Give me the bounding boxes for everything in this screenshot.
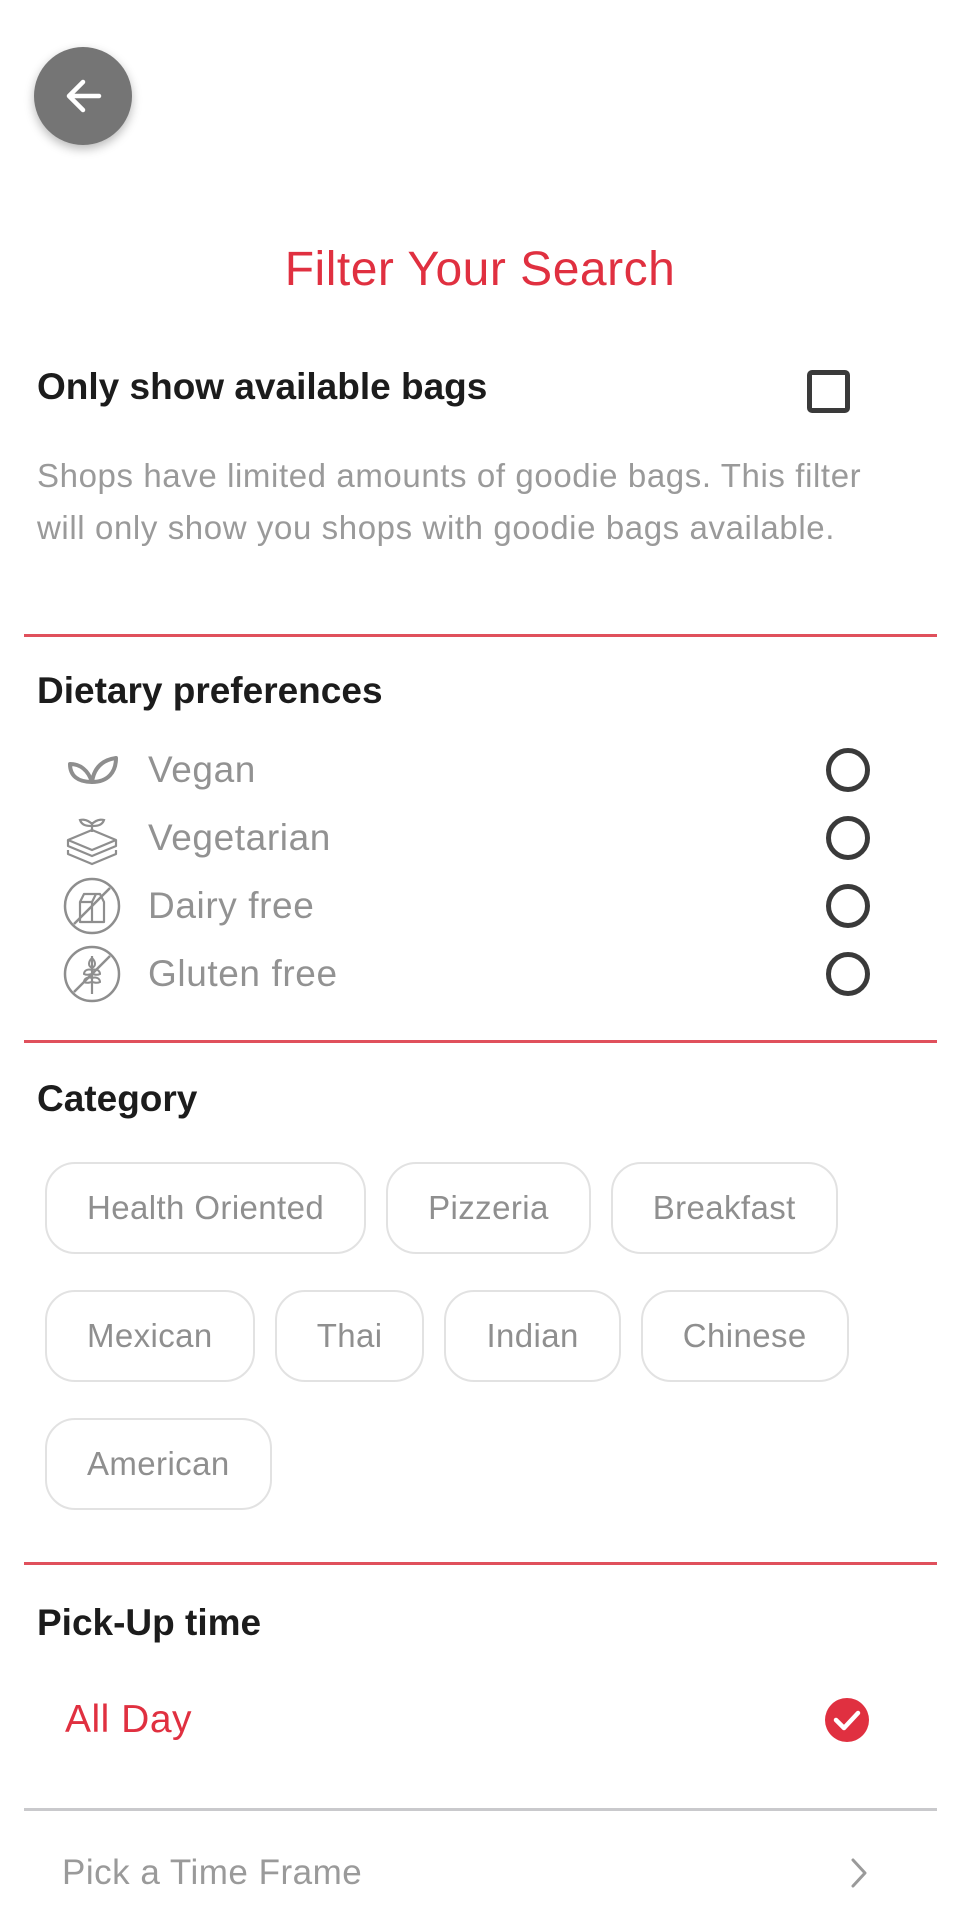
- available-bags-label: Only show available bags: [37, 366, 488, 407]
- checkmark-circle-icon: [825, 1698, 869, 1742]
- category-chip-breakfast[interactable]: Breakfast: [610, 1162, 838, 1254]
- dietary-option-label: Vegan: [148, 749, 256, 790]
- section-divider: [24, 1562, 937, 1565]
- dietary-option-label: Gluten free: [148, 953, 338, 994]
- category-chip-pizzeria[interactable]: Pizzeria: [386, 1162, 591, 1254]
- category-chip-health-oriented[interactable]: Health Oriented: [45, 1162, 367, 1254]
- dietary-option-vegan[interactable]: Vegan: [60, 740, 880, 800]
- category-chip-american[interactable]: American: [45, 1418, 272, 1510]
- category-chip-mexican[interactable]: Mexican: [45, 1290, 255, 1382]
- available-bags-checkbox[interactable]: [807, 370, 850, 413]
- dietary-option-gluten-free[interactable]: Gluten free: [60, 944, 880, 1004]
- section-divider: [24, 1040, 937, 1043]
- list-divider: [24, 1808, 937, 1811]
- category-chip-chinese[interactable]: Chinese: [640, 1290, 849, 1382]
- category-chip-indian[interactable]: Indian: [444, 1290, 621, 1382]
- available-bags-description: Shops have limited amounts of goodie bag…: [37, 457, 862, 546]
- leaves-icon: [60, 740, 124, 800]
- back-button[interactable]: [34, 47, 132, 145]
- dietary-heading: Dietary preferences: [37, 670, 383, 711]
- category-chip-group: Health Oriented Pizzeria Breakfast Mexic…: [45, 1162, 925, 1546]
- no-wheat-icon: [60, 944, 124, 1004]
- no-milk-carton-icon: [60, 876, 124, 936]
- pick-time-frame-row[interactable]: Pick a Time Frame: [24, 1838, 937, 1908]
- arrow-left-icon: [66, 79, 102, 113]
- dietary-option-label: Dairy free: [148, 885, 315, 926]
- section-divider: [24, 634, 937, 637]
- dairy-free-radio[interactable]: [826, 884, 870, 928]
- all-day-option[interactable]: All Day: [24, 1680, 937, 1760]
- pickup-heading: Pick-Up time: [37, 1602, 262, 1643]
- dietary-option-vegetarian[interactable]: Vegetarian: [60, 808, 880, 868]
- dietary-option-label: Vegetarian: [148, 817, 331, 858]
- all-day-label: All Day: [65, 1698, 193, 1741]
- sprout-layers-icon: [60, 808, 124, 868]
- dietary-option-dairy-free[interactable]: Dairy free: [60, 876, 880, 936]
- page-title: Filter Your Search: [284, 243, 676, 296]
- gluten-free-radio[interactable]: [826, 952, 870, 996]
- vegan-radio[interactable]: [826, 748, 870, 792]
- chevron-right-icon: [851, 1858, 867, 1888]
- pick-time-frame-label: Pick a Time Frame: [62, 1853, 363, 1892]
- category-chip-thai[interactable]: Thai: [274, 1290, 425, 1382]
- category-heading: Category: [37, 1078, 198, 1119]
- vegetarian-radio[interactable]: [826, 816, 870, 860]
